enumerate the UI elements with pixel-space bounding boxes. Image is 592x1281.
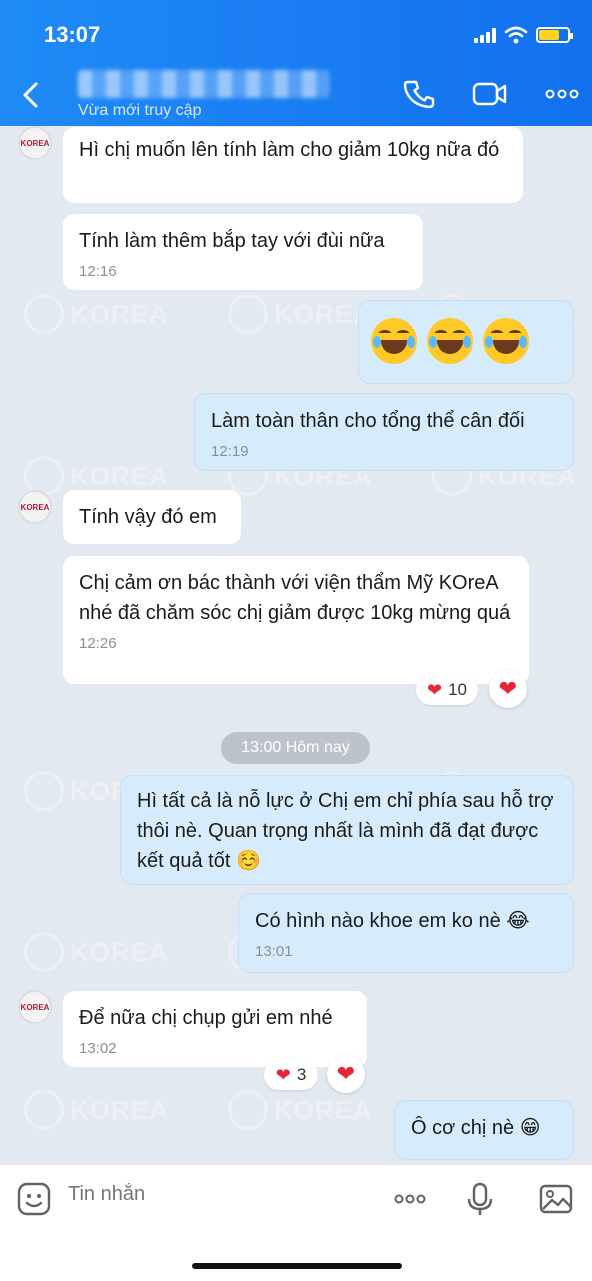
heart-icon: ❤ [275, 1065, 291, 1085]
contact-name[interactable]: ▒▒▒▒ ▒▒▒▒▒▒ ▒▒▒ [78, 70, 330, 98]
home-indicator[interactable] [192, 1263, 402, 1269]
wifi-icon [504, 26, 528, 44]
watermark: KOREA [24, 932, 169, 972]
avatar[interactable]: KOREA [18, 990, 52, 1024]
outgoing-emoji-message[interactable] [358, 300, 574, 384]
contact-status: Vừa mới truy cập [78, 102, 202, 119]
incoming-message[interactable]: Để nữa chị chụp gửi em nhé 13:02 [62, 990, 368, 1068]
more-icon[interactable] [544, 78, 580, 110]
message-text: Hì tất cả là nỗ lực ở Chị em chỉ phía sa… [137, 790, 554, 872]
back-icon[interactable] [16, 80, 46, 110]
message-text: Có hình nào khoe em ko nè 😂 [255, 910, 530, 932]
watermark-logo-icon [24, 294, 64, 334]
watermark-logo-icon [24, 771, 64, 811]
message-text: Để nữa chị chụp gửi em nhé [79, 1007, 333, 1029]
message-text: Tính vậy đó em [79, 506, 217, 528]
message-time: 12:26 [79, 635, 117, 652]
message-text: Tính làm thêm bắp tay với đùi nữa [79, 230, 385, 252]
avatar[interactable]: KOREA [18, 490, 52, 524]
outgoing-message[interactable]: Làm toàn thân cho tổng thể cân đối 12:19 [194, 393, 574, 471]
status-time: 13:07 [44, 22, 101, 47]
video-icon[interactable] [472, 78, 508, 110]
laugh-tears-emoji-icon [371, 318, 417, 364]
message-text: Làm toàn thân cho tổng thể cân đối [211, 410, 525, 432]
heart-icon: ❤ [498, 676, 518, 701]
message-time: 12:16 [79, 263, 117, 280]
incoming-message[interactable]: Hì chị muốn lên tính làm cho giảm 10kg n… [62, 126, 524, 204]
outgoing-message[interactable]: Hì tất cả là nỗ lực ở Chị em chỉ phía sa… [120, 775, 574, 885]
status-icons [474, 26, 573, 44]
sticker-icon[interactable] [16, 1181, 52, 1217]
watermark: KOREA [228, 294, 373, 334]
message-text: Ô cơ chị nè 😁 [411, 1117, 541, 1139]
message-time: 13:02 [79, 1040, 117, 1057]
heart-icon: ❤ [426, 680, 443, 700]
outgoing-message[interactable]: Ô cơ chị nè 😁 [394, 1100, 574, 1160]
watermark-logo-icon [24, 932, 64, 972]
message-list[interactable]: KOREA KOREA KOREA KOREA KOREA KOREA KORE… [0, 126, 592, 1164]
message-composer [0, 1164, 592, 1281]
laugh-tears-emoji-icon [427, 318, 473, 364]
watermark: KOREA [24, 294, 169, 334]
incoming-message[interactable]: Tính làm thêm bắp tay với đùi nữa 12:16 [62, 213, 424, 291]
heart-icon: ❤ [336, 1061, 356, 1086]
message-input[interactable] [68, 1183, 368, 1206]
reaction-count[interactable]: ❤ 10 [416, 675, 478, 705]
outgoing-message[interactable]: Có hình nào khoe em ko nè 😂 13:01 [238, 893, 574, 973]
incoming-message[interactable]: Tính vậy đó em [62, 489, 242, 545]
battery-icon [536, 27, 573, 43]
message-time: 13:01 [255, 943, 293, 960]
react-button[interactable]: ❤ [327, 1055, 365, 1093]
microphone-icon[interactable] [462, 1181, 498, 1217]
watermark-logo-icon [228, 1090, 268, 1130]
watermark: KOREA [228, 1090, 373, 1130]
message-text: Hì chị muốn lên tính làm cho giảm 10kg n… [79, 139, 500, 161]
laugh-tears-emoji-icon [483, 318, 529, 364]
react-button[interactable]: ❤ [489, 670, 527, 708]
image-icon[interactable] [538, 1181, 574, 1217]
chat-header: 13:07 ▒▒▒▒ ▒▒▒▒▒▒ ▒▒▒ Vừa mới truy cập [0, 0, 592, 126]
date-divider: 13:00 Hôm nay [221, 732, 370, 764]
message-text: Chị cảm ơn bác thành với viện thẩm Mỹ KO… [79, 572, 511, 624]
phone-icon[interactable] [402, 78, 438, 110]
signal-icon [474, 27, 496, 43]
reaction-count[interactable]: ❤ 3 [264, 1060, 318, 1090]
more-dots-icon[interactable] [392, 1181, 428, 1217]
avatar[interactable]: KOREA [18, 126, 52, 160]
incoming-message[interactable]: Chị cảm ơn bác thành với viện thẩm Mỹ KO… [62, 555, 530, 685]
message-time: 12:19 [211, 443, 249, 460]
watermark-logo-icon [228, 294, 268, 334]
watermark-logo-icon [24, 1090, 64, 1130]
watermark: KOREA [24, 1090, 169, 1130]
